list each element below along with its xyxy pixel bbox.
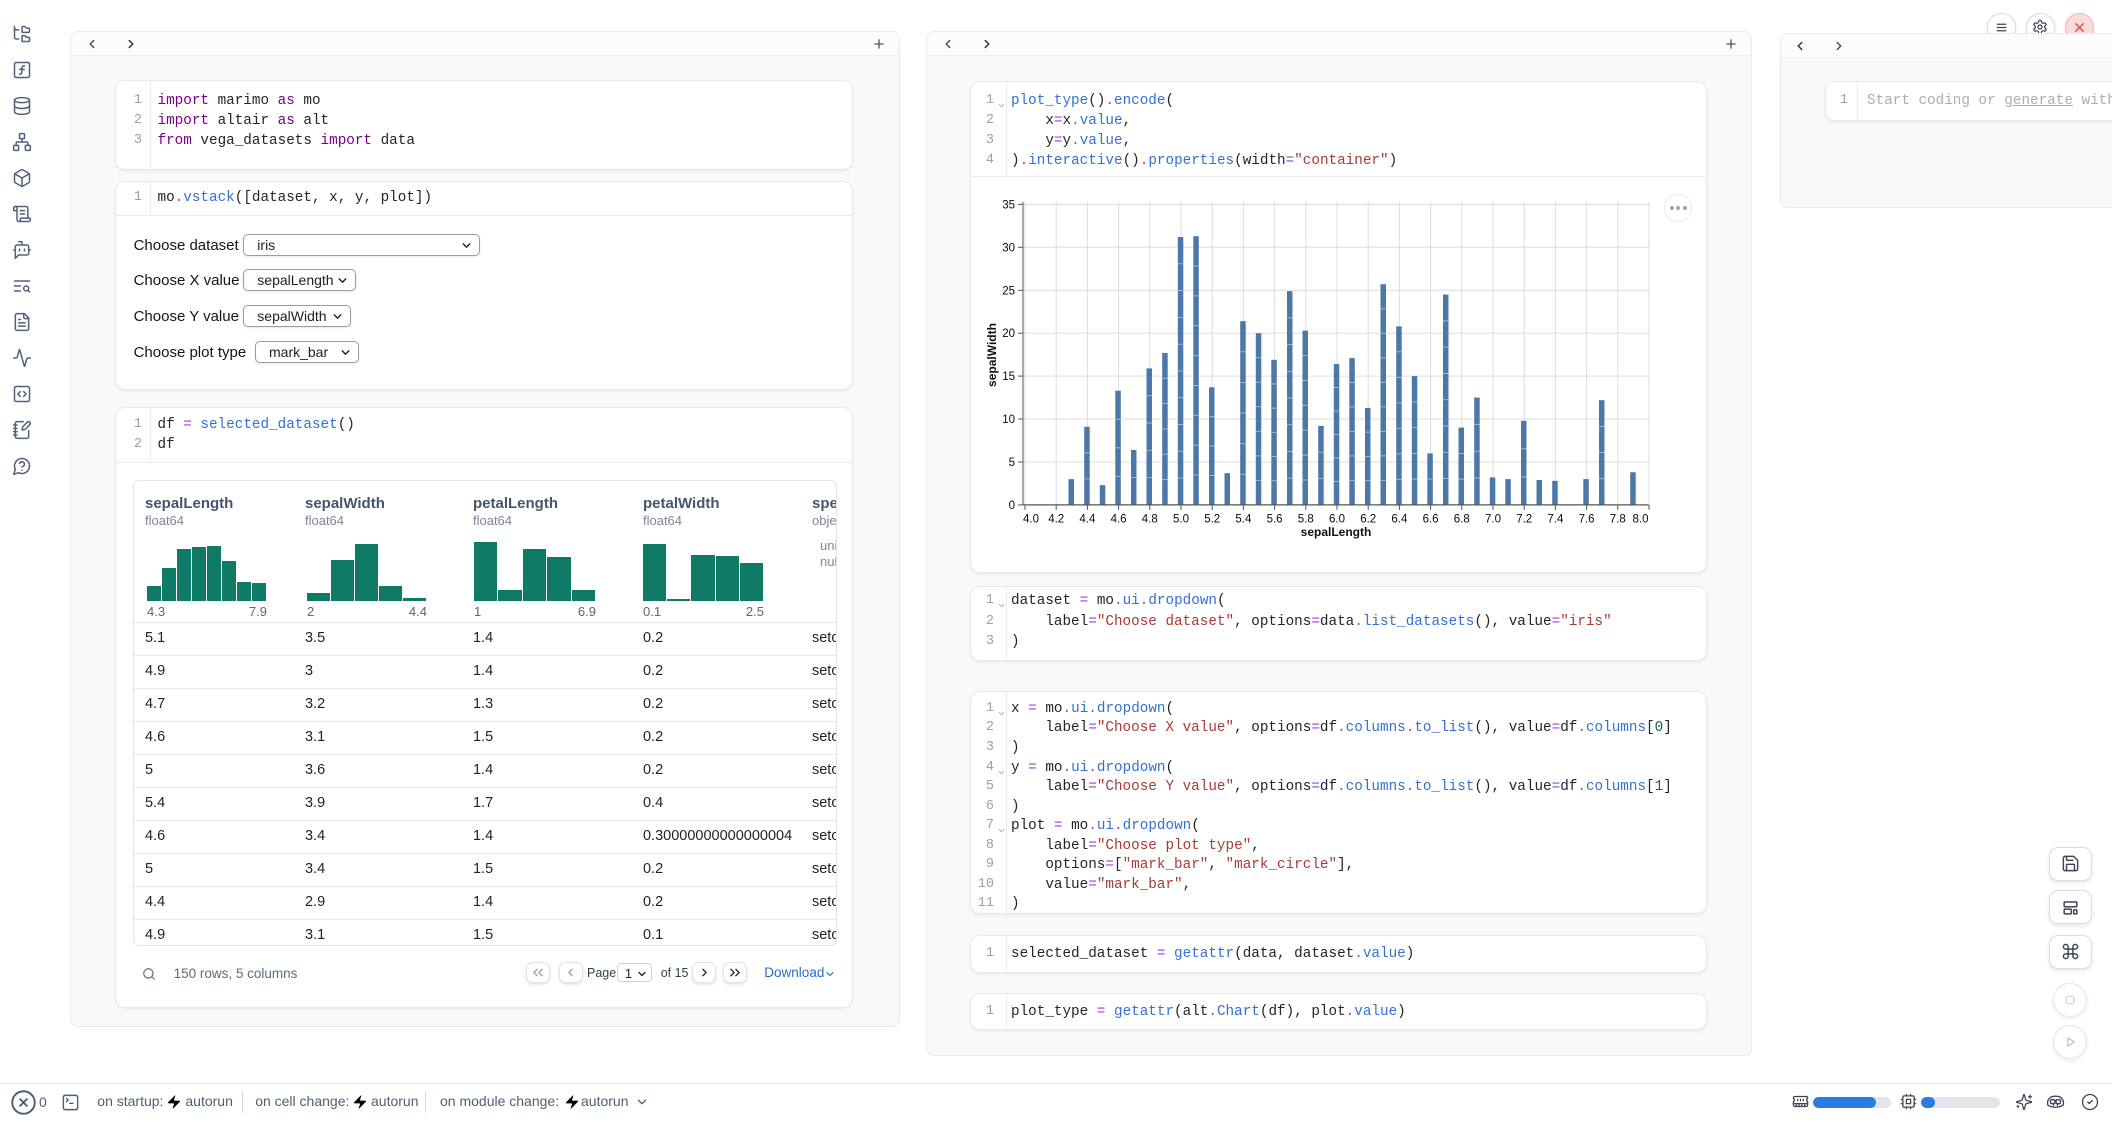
svg-text:sepalLength: sepalLength [1300, 525, 1371, 539]
svg-text:7.0: 7.0 [1485, 513, 1501, 525]
svg-text:6.6: 6.6 [1422, 513, 1438, 525]
svg-text:20: 20 [1002, 328, 1015, 340]
svg-text:4.4: 4.4 [1079, 513, 1096, 525]
svg-text:25: 25 [1002, 285, 1015, 297]
svg-text:4.0: 4.0 [1023, 513, 1039, 525]
svg-text:4.2: 4.2 [1048, 513, 1064, 525]
svg-text:4.8: 4.8 [1141, 513, 1157, 525]
svg-text:6.2: 6.2 [1360, 513, 1376, 525]
svg-text:4.6: 4.6 [1110, 513, 1126, 525]
svg-text:10: 10 [1002, 414, 1015, 426]
svg-text:7.4: 7.4 [1547, 513, 1564, 525]
svg-text:5.4: 5.4 [1235, 513, 1252, 525]
svg-text:5.0: 5.0 [1173, 513, 1189, 525]
svg-text:7.6: 7.6 [1578, 513, 1594, 525]
svg-text:30: 30 [1002, 242, 1015, 254]
svg-text:8.0: 8.0 [1632, 513, 1648, 525]
svg-text:5: 5 [1008, 457, 1014, 469]
svg-text:0: 0 [1008, 499, 1014, 511]
svg-text:6.8: 6.8 [1453, 513, 1469, 525]
svg-text:sepalWidth: sepalWidth [985, 323, 999, 387]
svg-text:5.8: 5.8 [1297, 513, 1313, 525]
svg-text:7.8: 7.8 [1609, 513, 1625, 525]
svg-text:6.4: 6.4 [1391, 513, 1408, 525]
svg-text:7.2: 7.2 [1516, 513, 1532, 525]
svg-text:6.0: 6.0 [1329, 513, 1345, 525]
svg-text:5.6: 5.6 [1266, 513, 1282, 525]
svg-text:35: 35 [1002, 199, 1015, 211]
svg-text:5.2: 5.2 [1204, 513, 1220, 525]
svg-text:15: 15 [1002, 371, 1015, 383]
